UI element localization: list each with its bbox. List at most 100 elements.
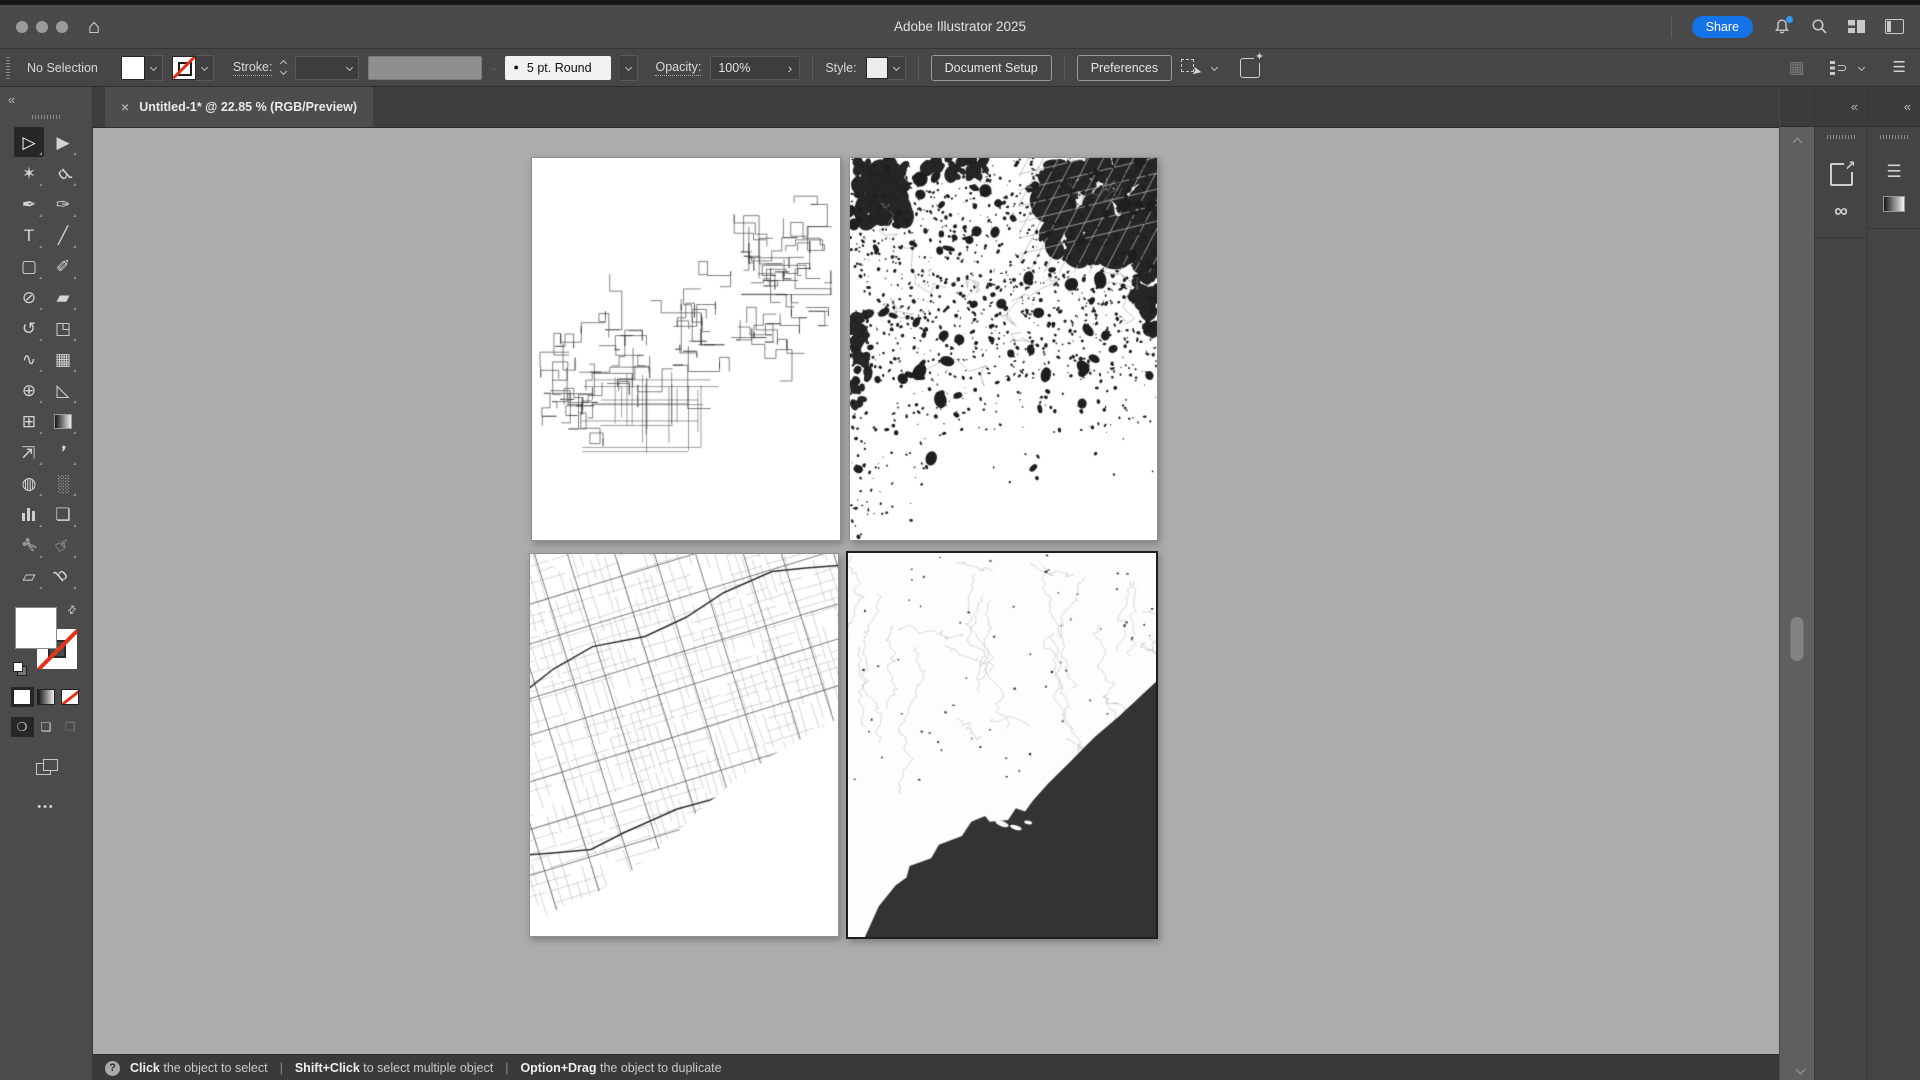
- share-button[interactable]: Share: [1692, 16, 1753, 38]
- tool-mesh[interactable]: ⊞: [14, 406, 44, 436]
- style-dropdown-button[interactable]: [888, 56, 906, 80]
- controlbar-grip[interactable]: [6, 57, 10, 79]
- opacity-more-chevron[interactable]: ›: [788, 61, 793, 75]
- swap-fill-stroke-icon[interactable]: ⇄: [65, 603, 79, 617]
- tool-slice[interactable]: ✄: [14, 530, 44, 560]
- minimize-window-button[interactable]: [36, 21, 48, 33]
- artboard-street-grid-map[interactable]: [529, 553, 839, 937]
- close-window-button[interactable]: [16, 21, 28, 33]
- tool-shape-builder[interactable]: ⊕: [14, 375, 44, 405]
- zoom-window-button[interactable]: [56, 21, 68, 33]
- scroll-up-arrow[interactable]: [1792, 138, 1802, 148]
- default-fill-stroke-icon[interactable]: [13, 662, 26, 675]
- tab-close-icon[interactable]: ×: [121, 100, 129, 114]
- tool-magic-wand[interactable]: ✶: [14, 158, 44, 188]
- stroke-none-swatch[interactable]: [172, 56, 196, 80]
- tool-print-tiling[interactable]: ▱: [14, 561, 44, 591]
- tool-perspective-grid[interactable]: ◺: [48, 375, 78, 405]
- stroke-label[interactable]: Stroke:: [233, 60, 273, 76]
- tool-curvature[interactable]: ✑: [48, 189, 78, 219]
- opacity-label[interactable]: Opacity:: [655, 60, 701, 76]
- tool-paintbrush[interactable]: ✐: [48, 251, 78, 281]
- tool-selection[interactable]: ▷: [14, 127, 44, 157]
- gradient-button[interactable]: [35, 687, 58, 707]
- home-icon[interactable]: ⌂: [88, 17, 100, 37]
- tool-measure[interactable]: ⇲: [14, 437, 44, 467]
- generative-export-icon[interactable]: ✦: [1240, 58, 1260, 78]
- tool-shaper[interactable]: ⊘: [14, 282, 44, 312]
- fill-color-control[interactable]: [121, 55, 163, 81]
- tool-gradient[interactable]: [48, 406, 78, 436]
- color-button[interactable]: [11, 687, 34, 707]
- draw-normal-button[interactable]: ❍: [11, 717, 34, 737]
- fill-dropdown-button[interactable]: [145, 55, 163, 81]
- style-swatch[interactable]: [866, 57, 888, 79]
- help-icon[interactable]: ?: [105, 1061, 120, 1076]
- artboard-landcover-speckle-map[interactable]: [849, 157, 1158, 541]
- panel-layout-icon[interactable]: [1885, 19, 1904, 34]
- draw-inside-button[interactable]: ❐: [59, 717, 82, 737]
- tool-scale[interactable]: ◳: [48, 313, 78, 343]
- scroll-down-arrow[interactable]: [1796, 1065, 1806, 1075]
- fill-stroke-indicator[interactable]: ⇄: [13, 605, 79, 677]
- screen-mode-icon[interactable]: [36, 759, 56, 775]
- vertical-scrollbar[interactable]: [1779, 87, 1814, 1080]
- fill-indicator[interactable]: [15, 607, 57, 649]
- tool-type[interactable]: T: [14, 220, 44, 250]
- search-icon[interactable]: [1811, 18, 1828, 35]
- tool-rectangle[interactable]: ▢: [14, 251, 44, 281]
- tool-hand[interactable]: ☞: [48, 530, 78, 560]
- stroke-dropdown-button[interactable]: [196, 55, 214, 81]
- canvas-area[interactable]: [93, 128, 1779, 1054]
- draw-behind-button[interactable]: ❏: [35, 717, 58, 737]
- panel-grip[interactable]: [1880, 135, 1908, 139]
- none-button[interactable]: [59, 687, 82, 707]
- tool-lasso[interactable]: ɋ: [48, 158, 78, 188]
- tool-artboard[interactable]: ❏: [48, 499, 78, 529]
- tool-direct-selection[interactable]: ▶: [48, 127, 78, 157]
- notifications-bell-icon[interactable]: [1773, 18, 1791, 36]
- artboard-transit-roads-map[interactable]: [531, 157, 841, 541]
- stroke-weight-stepper[interactable]: [281, 61, 286, 74]
- tool-line-segment[interactable]: ╱: [48, 220, 78, 250]
- select-similar-icon[interactable]: ➤: [1181, 59, 1203, 77]
- tool-eraser[interactable]: ▰: [48, 282, 78, 312]
- tools-grip[interactable]: [32, 115, 60, 119]
- brush-dropdown-button[interactable]: [620, 55, 638, 81]
- control-bar-menu-icon[interactable]: ☰: [1893, 60, 1906, 75]
- brush-definition-field[interactable]: ● 5 pt. Round: [505, 56, 611, 80]
- export-panel-icon[interactable]: ↗: [1830, 163, 1853, 186]
- stroke-color-control[interactable]: [172, 55, 214, 81]
- tool-rotate[interactable]: ↺: [14, 313, 44, 343]
- width-profile-dropdown[interactable]: [368, 56, 482, 80]
- gradient-panel-icon[interactable]: [1883, 196, 1905, 212]
- tool-pen[interactable]: ✒: [14, 189, 44, 219]
- artboard-water-shoreline-map[interactable]: [846, 551, 1158, 939]
- arrange-icon[interactable]: ⊃: [1830, 61, 1848, 75]
- width-profile-chevron[interactable]: [490, 64, 497, 71]
- edit-toolbar-icon[interactable]: •••: [37, 801, 55, 813]
- tool-blend[interactable]: ◍: [14, 468, 44, 498]
- preferences-button[interactable]: Preferences: [1077, 55, 1172, 81]
- align-options-icon[interactable]: ▦: [1789, 59, 1805, 76]
- panel-collapse-icon[interactable]: «: [1904, 100, 1911, 113]
- opacity-field[interactable]: 100% ›: [710, 56, 800, 80]
- tool-eyedropper[interactable]: ❜: [48, 437, 78, 467]
- links-panel-icon[interactable]: ∞: [1834, 202, 1848, 221]
- tool-width[interactable]: ∿: [14, 344, 44, 374]
- tool-symbol-sprayer[interactable]: ░: [48, 468, 78, 498]
- tool-zoom[interactable]: ɋ: [48, 561, 78, 591]
- stroke-weight-field[interactable]: [295, 56, 359, 80]
- tools-collapse-icon[interactable]: «: [8, 93, 15, 106]
- workspace-switcher-icon[interactable]: [1848, 20, 1865, 33]
- tool-column-graph[interactable]: [14, 499, 44, 529]
- panel-grip[interactable]: [1827, 135, 1855, 139]
- document-tab[interactable]: × Untitled-1* @ 22.85 % (RGB/Preview): [105, 87, 373, 127]
- graphic-style-control[interactable]: [866, 56, 906, 80]
- fill-swatch[interactable]: [121, 56, 145, 80]
- document-setup-button[interactable]: Document Setup: [931, 55, 1052, 81]
- scrollbar-thumb[interactable]: [1791, 617, 1804, 661]
- tool-free-transform[interactable]: ▦: [48, 344, 78, 374]
- properties-panel-icon[interactable]: ☰: [1886, 163, 1901, 180]
- select-similar-chevron[interactable]: [1211, 64, 1218, 71]
